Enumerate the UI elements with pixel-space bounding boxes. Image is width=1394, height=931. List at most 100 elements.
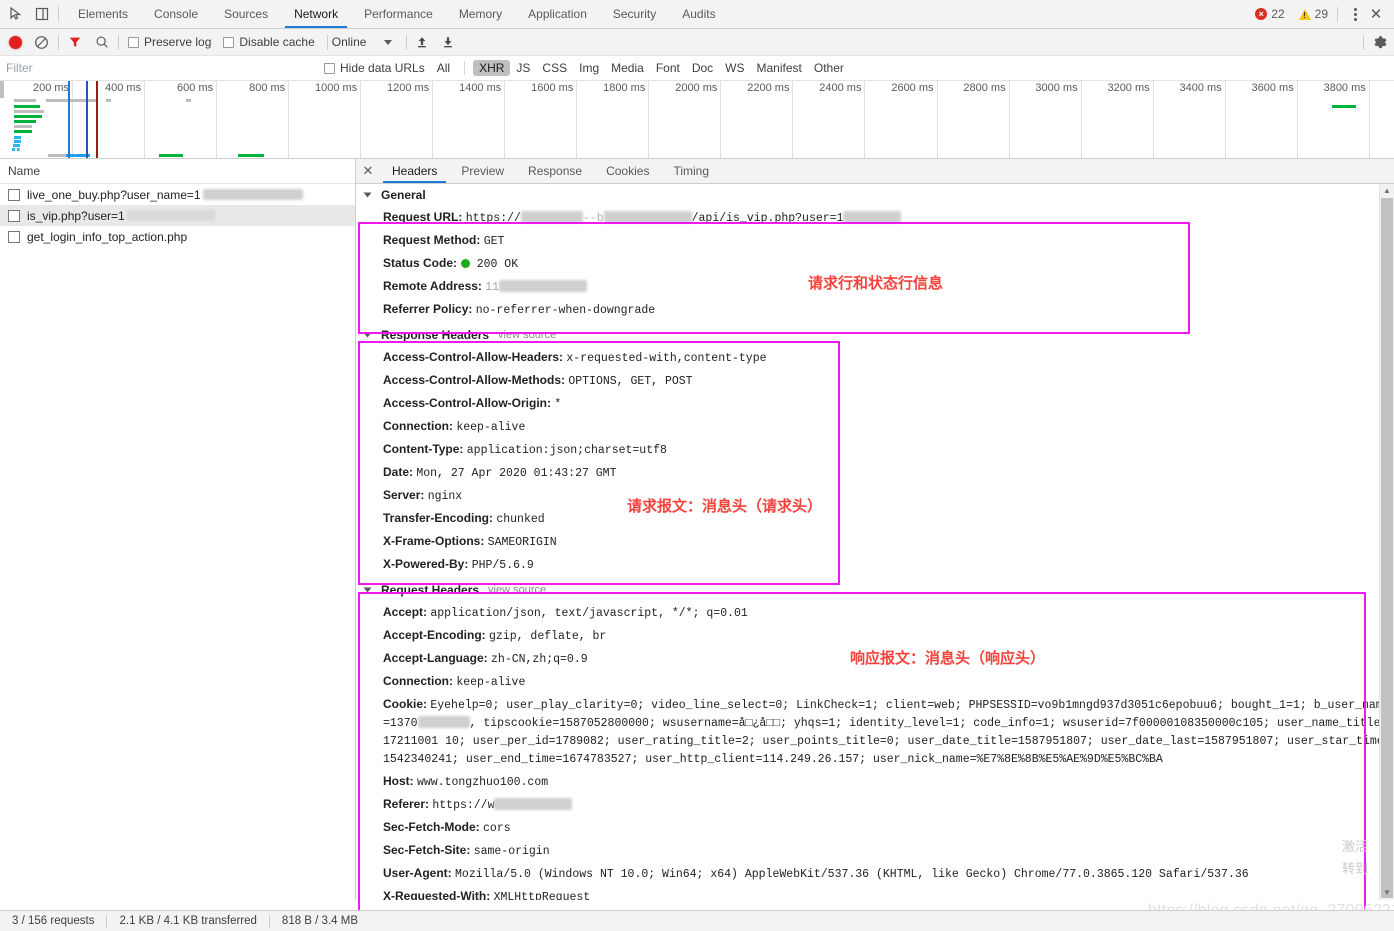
tab-timing[interactable]: Timing	[661, 159, 721, 183]
tab-label: Audits	[682, 7, 716, 21]
header-row: Accept: application/json, text/javascrip…	[356, 601, 1394, 624]
header-row: Server: nginx	[356, 484, 1394, 507]
status-resources: 818 B / 3.4 MB	[281, 915, 358, 927]
tab-headers[interactable]: Headers	[380, 159, 449, 183]
filter-type-xhr[interactable]: XHR	[473, 60, 511, 76]
tab-cookies[interactable]: Cookies	[594, 159, 661, 183]
search-icon[interactable]	[95, 35, 109, 49]
error-count-badge[interactable]: × 22	[1255, 7, 1285, 21]
tab-elements[interactable]: Elements	[65, 0, 141, 28]
throttling-select[interactable]: Online	[332, 35, 393, 49]
tab-sources[interactable]: Sources	[211, 0, 281, 28]
row-checkbox[interactable]	[8, 188, 20, 201]
warning-icon	[1298, 8, 1311, 20]
network-overview[interactable]: 200 ms 400 ms 600 ms 800 ms 1000 ms 1200 ms 14…	[0, 81, 1394, 159]
request-detail-pane: ✕ Headers Preview Response Cookies Timin…	[356, 159, 1394, 900]
filter-type-js[interactable]: JS	[510, 60, 536, 76]
tab-response[interactable]: Response	[516, 159, 594, 183]
table-row[interactable]: get_login_info_top_action.php	[0, 226, 355, 247]
header-name: Host:	[383, 773, 417, 788]
filter-icon[interactable]	[68, 35, 82, 49]
overview-left-handle[interactable]	[0, 81, 4, 98]
tab-console[interactable]: Console	[141, 0, 211, 28]
view-source-link[interactable]: view source	[488, 584, 546, 596]
close-icon[interactable]: ✕	[1366, 7, 1386, 22]
tab-label: Cookies	[606, 164, 650, 178]
clear-button[interactable]	[34, 35, 49, 50]
column-header-name: Name	[8, 164, 41, 178]
overview-tick-label: 1400 ms	[459, 82, 502, 94]
record-button[interactable]	[9, 35, 22, 49]
header-row: Access-Control-Allow-Methods: OPTIONS, G…	[356, 369, 1394, 392]
preserve-log-checkbox[interactable]: Preserve log	[128, 35, 211, 49]
overview-tick-label: 1600 ms	[531, 82, 574, 94]
chevron-down-icon	[363, 192, 372, 198]
section-general-header[interactable]: General	[356, 184, 1394, 206]
header-name: Accept-Language:	[383, 650, 492, 665]
import-har-icon[interactable]	[415, 35, 429, 49]
row-checkbox[interactable]	[8, 230, 20, 243]
header-row: X-Frame-Options: SAMEORIGIN	[356, 530, 1394, 553]
request-name: is_vip.php?user=1	[27, 208, 125, 223]
table-row[interactable]: live_one_buy.php?user_name=1	[0, 184, 355, 205]
tab-application[interactable]: Application	[515, 0, 600, 28]
redacted-block	[126, 210, 215, 221]
hide-data-urls-checkbox[interactable]: Hide data URLs	[324, 61, 425, 75]
divider	[1337, 6, 1338, 22]
header-name: Access-Control-Allow-Headers:	[383, 349, 567, 364]
header-value: keep-alive	[456, 420, 526, 434]
filter-type-font[interactable]: Font	[650, 60, 686, 76]
header-name: X-Frame-Options:	[383, 533, 488, 548]
filter-type-img[interactable]: Img	[573, 60, 605, 76]
header-row: Connection: keep-alive	[356, 670, 1394, 693]
overview-tick-label: 3200 ms	[1107, 82, 1150, 94]
filter-input[interactable]	[6, 61, 174, 75]
header-row: Cookie: Eyehelp=0; user_play_clarity=0; …	[356, 693, 1394, 770]
tab-preview[interactable]: Preview	[449, 159, 516, 183]
inspect-element-icon[interactable]	[8, 6, 24, 22]
export-har-icon[interactable]	[441, 35, 455, 49]
view-source-link[interactable]: view source	[498, 329, 556, 341]
scrollbar-thumb[interactable]	[1381, 198, 1393, 898]
section-request-headers-header[interactable]: Request Headers view source	[356, 576, 1394, 601]
chevron-down-icon	[384, 39, 393, 45]
overview-tick-label: 2400 ms	[819, 82, 862, 94]
filter-type-doc[interactable]: Doc	[686, 60, 719, 76]
request-list-pane: Name live_one_buy.php?user_name=1 is_vip…	[0, 159, 356, 900]
tab-security[interactable]: Security	[600, 0, 669, 28]
filter-type-media[interactable]: Media	[605, 60, 650, 76]
tab-label: Performance	[364, 7, 433, 21]
dom-content-loaded-marker	[68, 81, 70, 158]
header-value: nginx	[427, 489, 463, 503]
overview-tick-label: 2200 ms	[747, 82, 790, 94]
section-title: Response Headers	[381, 328, 490, 342]
tab-label: Headers	[392, 164, 438, 178]
tab-audits[interactable]: Audits	[669, 0, 728, 28]
tab-label: Security	[612, 7, 657, 21]
disable-cache-checkbox[interactable]: Disable cache	[223, 35, 315, 49]
tab-performance[interactable]: Performance	[351, 0, 446, 28]
tab-memory[interactable]: Memory	[446, 0, 515, 28]
filter-type-ws[interactable]: WS	[719, 60, 750, 76]
detail-scrollbar[interactable]: ▲ ▼	[1379, 184, 1394, 900]
gear-icon[interactable]	[1373, 35, 1388, 50]
filter-type-all[interactable]: All	[431, 60, 456, 76]
more-options-icon[interactable]	[1347, 7, 1363, 21]
filter-type-css[interactable]: CSS	[536, 60, 573, 76]
divider	[326, 34, 328, 50]
annotation-request-message: 请求报文：消息头（请求头）	[627, 498, 823, 515]
tab-network[interactable]: Network	[281, 0, 351, 28]
row-checkbox[interactable]	[8, 209, 20, 222]
header-row: Access-Control-Allow-Origin: *	[356, 392, 1394, 415]
table-row[interactable]: is_vip.php?user=1	[0, 205, 355, 226]
section-response-headers-header[interactable]: Response Headers view source	[356, 321, 1394, 346]
filter-type-other[interactable]: Other	[808, 60, 850, 76]
scroll-up-arrow[interactable]: ▲	[1380, 184, 1394, 198]
overview-tick-label: 800 ms	[249, 82, 286, 94]
close-detail-icon[interactable]: ✕	[356, 159, 380, 183]
warning-count-badge[interactable]: 29	[1298, 7, 1328, 21]
scroll-down-arrow[interactable]: ▼	[1380, 886, 1394, 900]
filter-type-manifest[interactable]: Manifest	[751, 60, 808, 76]
device-toolbar-icon[interactable]	[34, 6, 50, 22]
overview-tick-label: 200 ms	[32, 82, 70, 94]
